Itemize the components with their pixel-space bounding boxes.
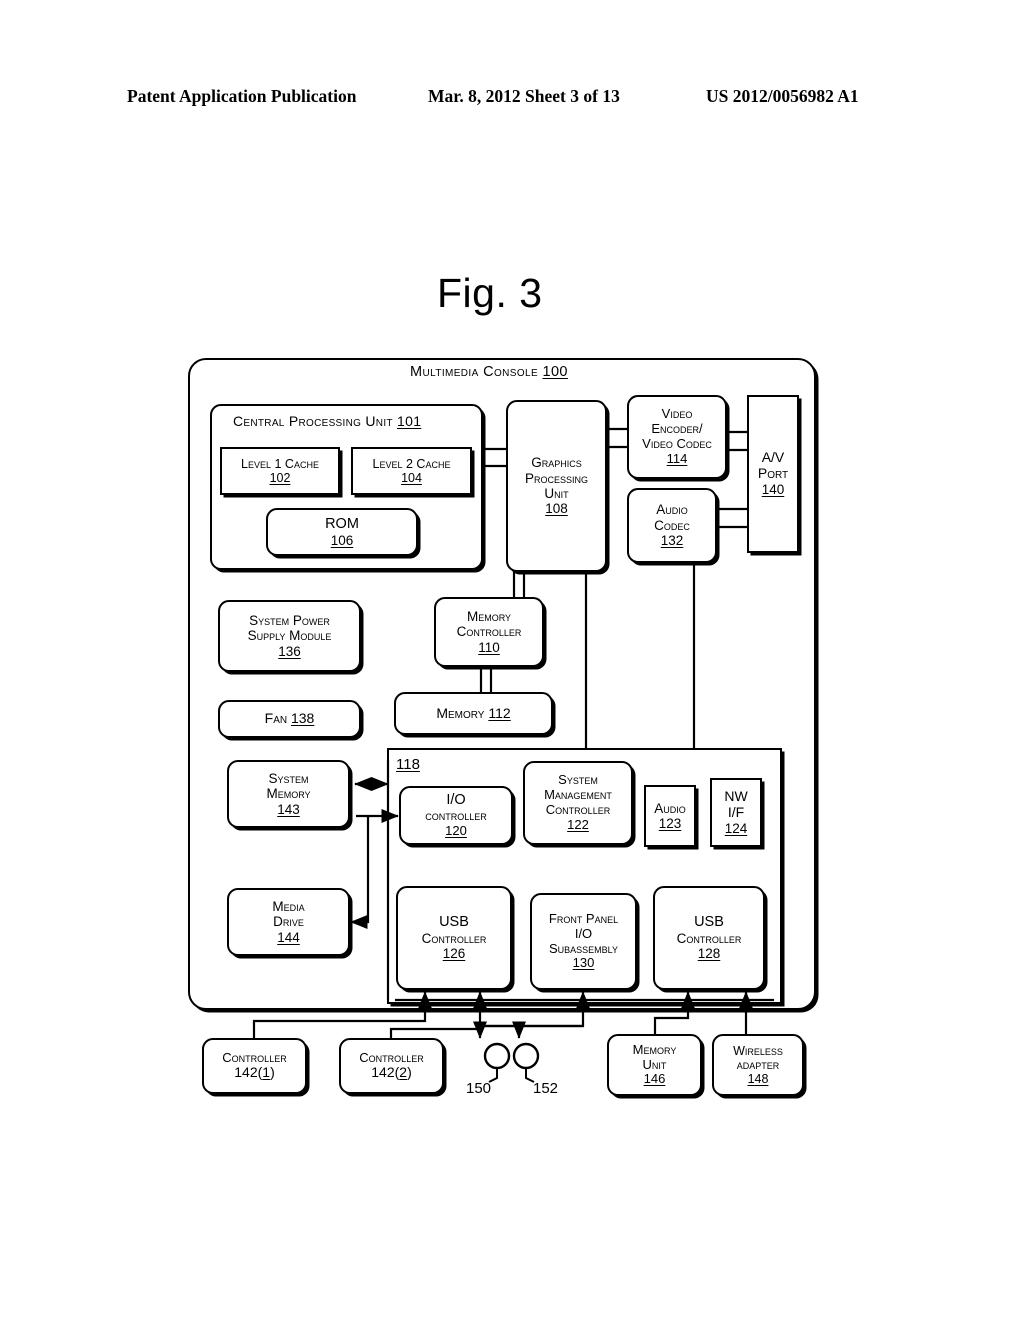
- av-port-block: A/V Port 140: [747, 395, 799, 553]
- memory-text: Memory 112: [436, 704, 511, 721]
- usb-controller-126-block: USB Controller 126: [396, 886, 512, 990]
- bus-118-label: 118: [396, 756, 420, 773]
- audio-codec-block: Audio Codec 132: [627, 488, 717, 563]
- audio-block: Audio 123: [644, 785, 696, 847]
- level-2-cache-block: Level 2 Cache 104: [351, 447, 472, 495]
- node-152-label: 152: [533, 1080, 559, 1097]
- node-150-label: 150: [466, 1080, 492, 1097]
- memory-block: Memory 112: [394, 692, 553, 735]
- wireless-adapter-block: Wireless adapter 148: [712, 1034, 804, 1096]
- fan-block: Fan 138: [218, 700, 361, 738]
- rom-block: ROM 106: [266, 508, 418, 556]
- usb-controller-128-block: USB Controller 128: [653, 886, 765, 990]
- console-ref: 100: [542, 364, 568, 380]
- system-memory-block: System Memory 143: [227, 760, 350, 828]
- io-controller-block: I/O controller 120: [399, 786, 513, 845]
- controller-142-1-ref: 142(1): [234, 1064, 275, 1081]
- console-title: Multimedia Console 100: [410, 364, 568, 380]
- controller-142-2-block: Controller 142(2): [339, 1038, 444, 1094]
- graphics-processing-unit-block: Graphics Processing Unit 108: [506, 400, 607, 572]
- video-encoder-codec-block: Video Encoder/ Video Codec 114: [627, 395, 727, 479]
- memory-unit-block: Memory Unit 146: [607, 1034, 702, 1096]
- controller-142-2-ref: 142(2): [371, 1064, 412, 1081]
- media-drive-block: Media Drive 144: [227, 888, 350, 956]
- controller-142-1-block: Controller 142(1): [202, 1038, 307, 1094]
- front-panel-io-subassembly-block: Front Panel I/O Subassembly 130: [530, 893, 637, 990]
- memory-controller-block: Memory Controller 110: [434, 597, 544, 667]
- fan-text: Fan 138: [264, 710, 315, 727]
- network-interface-block: NW I/F 124: [710, 778, 762, 847]
- cpu-label: Central Processing Unit 101: [233, 413, 422, 429]
- system-management-controller-block: System Management Controller 122: [523, 761, 633, 845]
- system-power-supply-block: System Power Supply Module 136: [218, 600, 361, 672]
- level-1-cache-block: Level 1 Cache 102: [220, 447, 340, 495]
